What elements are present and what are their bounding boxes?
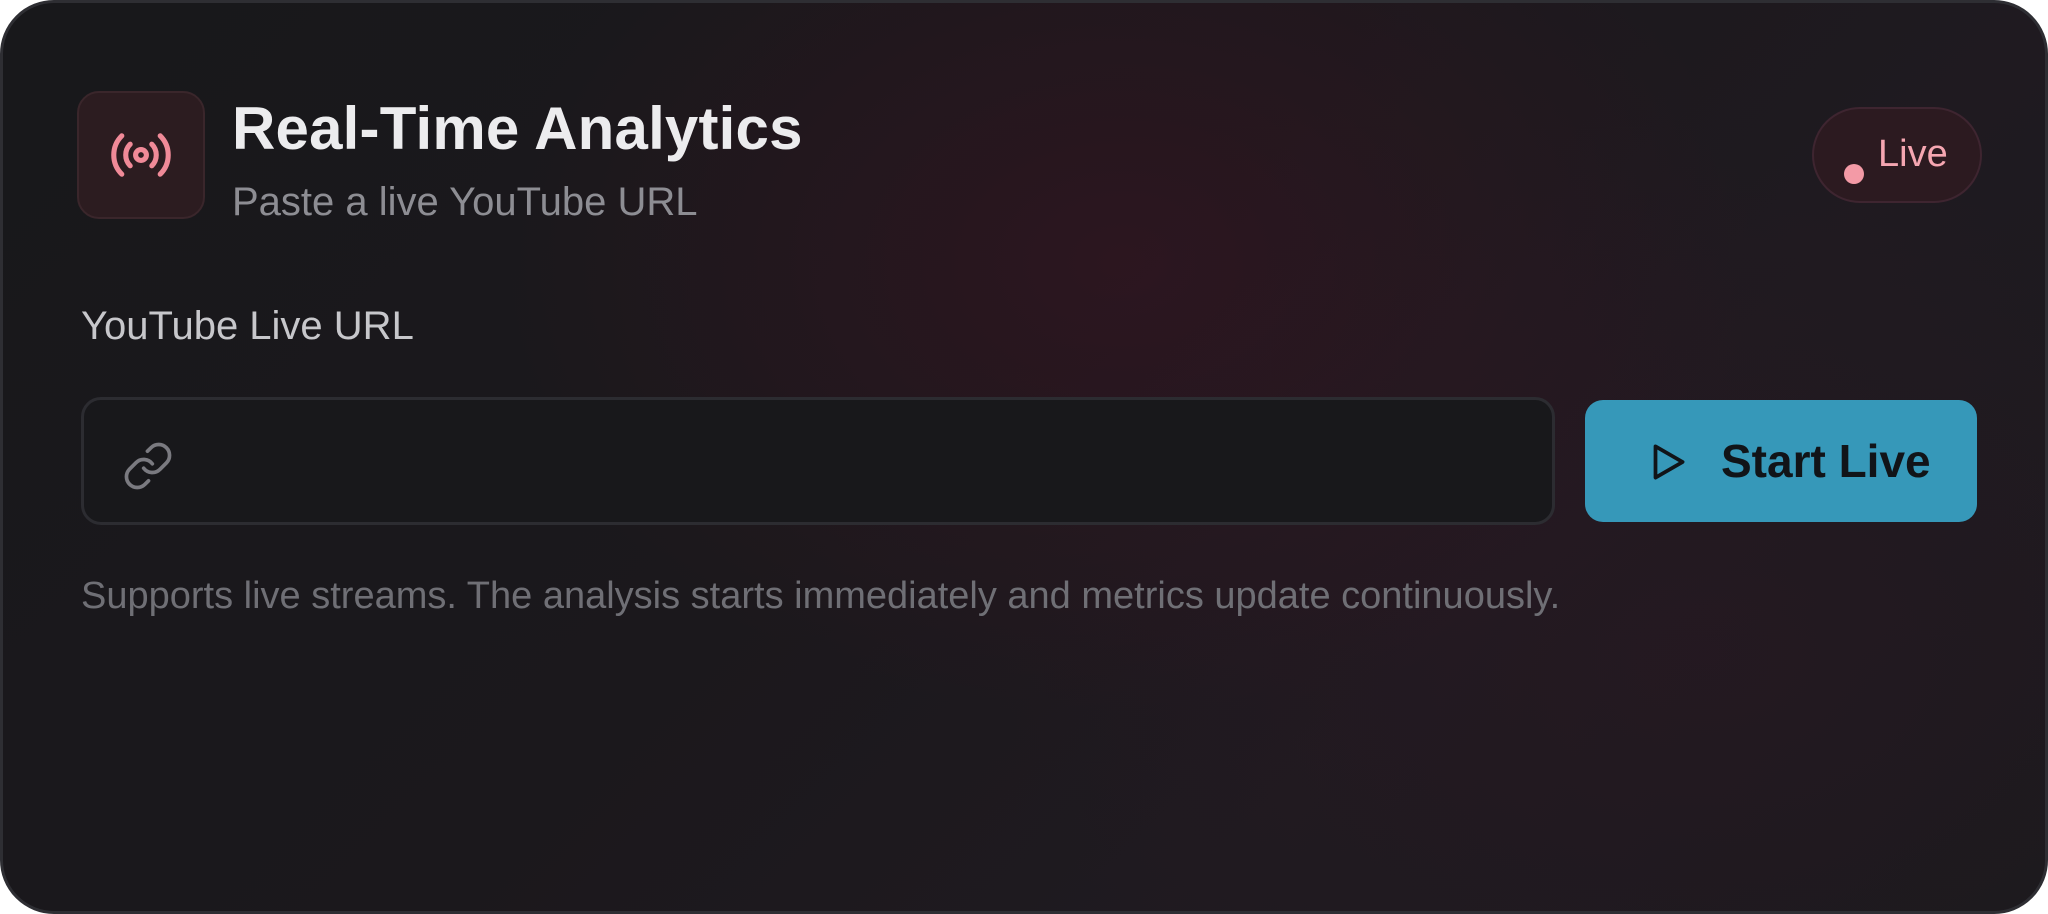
live-status-label: Live xyxy=(1878,133,1948,175)
start-live-button-label: Start Live xyxy=(1721,435,1931,487)
start-live-button[interactable]: Start Live xyxy=(1585,400,1977,522)
live-dot-icon xyxy=(1844,164,1864,184)
youtube-url-input[interactable] xyxy=(204,400,1544,522)
broadcast-icon-tile xyxy=(77,91,205,219)
youtube-url-input-container[interactable] xyxy=(81,397,1555,525)
realtime-analytics-card: Real-Time Analytics Paste a live YouTube… xyxy=(0,0,2048,914)
broadcast-icon xyxy=(111,133,171,177)
link-icon xyxy=(124,442,172,490)
live-status-badge: Live xyxy=(1812,107,1982,203)
url-field-label: YouTube Live URL xyxy=(81,304,414,348)
helper-text: Supports live streams. The analysis star… xyxy=(81,575,1561,617)
play-icon xyxy=(1653,444,1685,480)
page-title: Real-Time Analytics xyxy=(232,95,803,162)
page-subtitle: Paste a live YouTube URL xyxy=(232,180,698,224)
